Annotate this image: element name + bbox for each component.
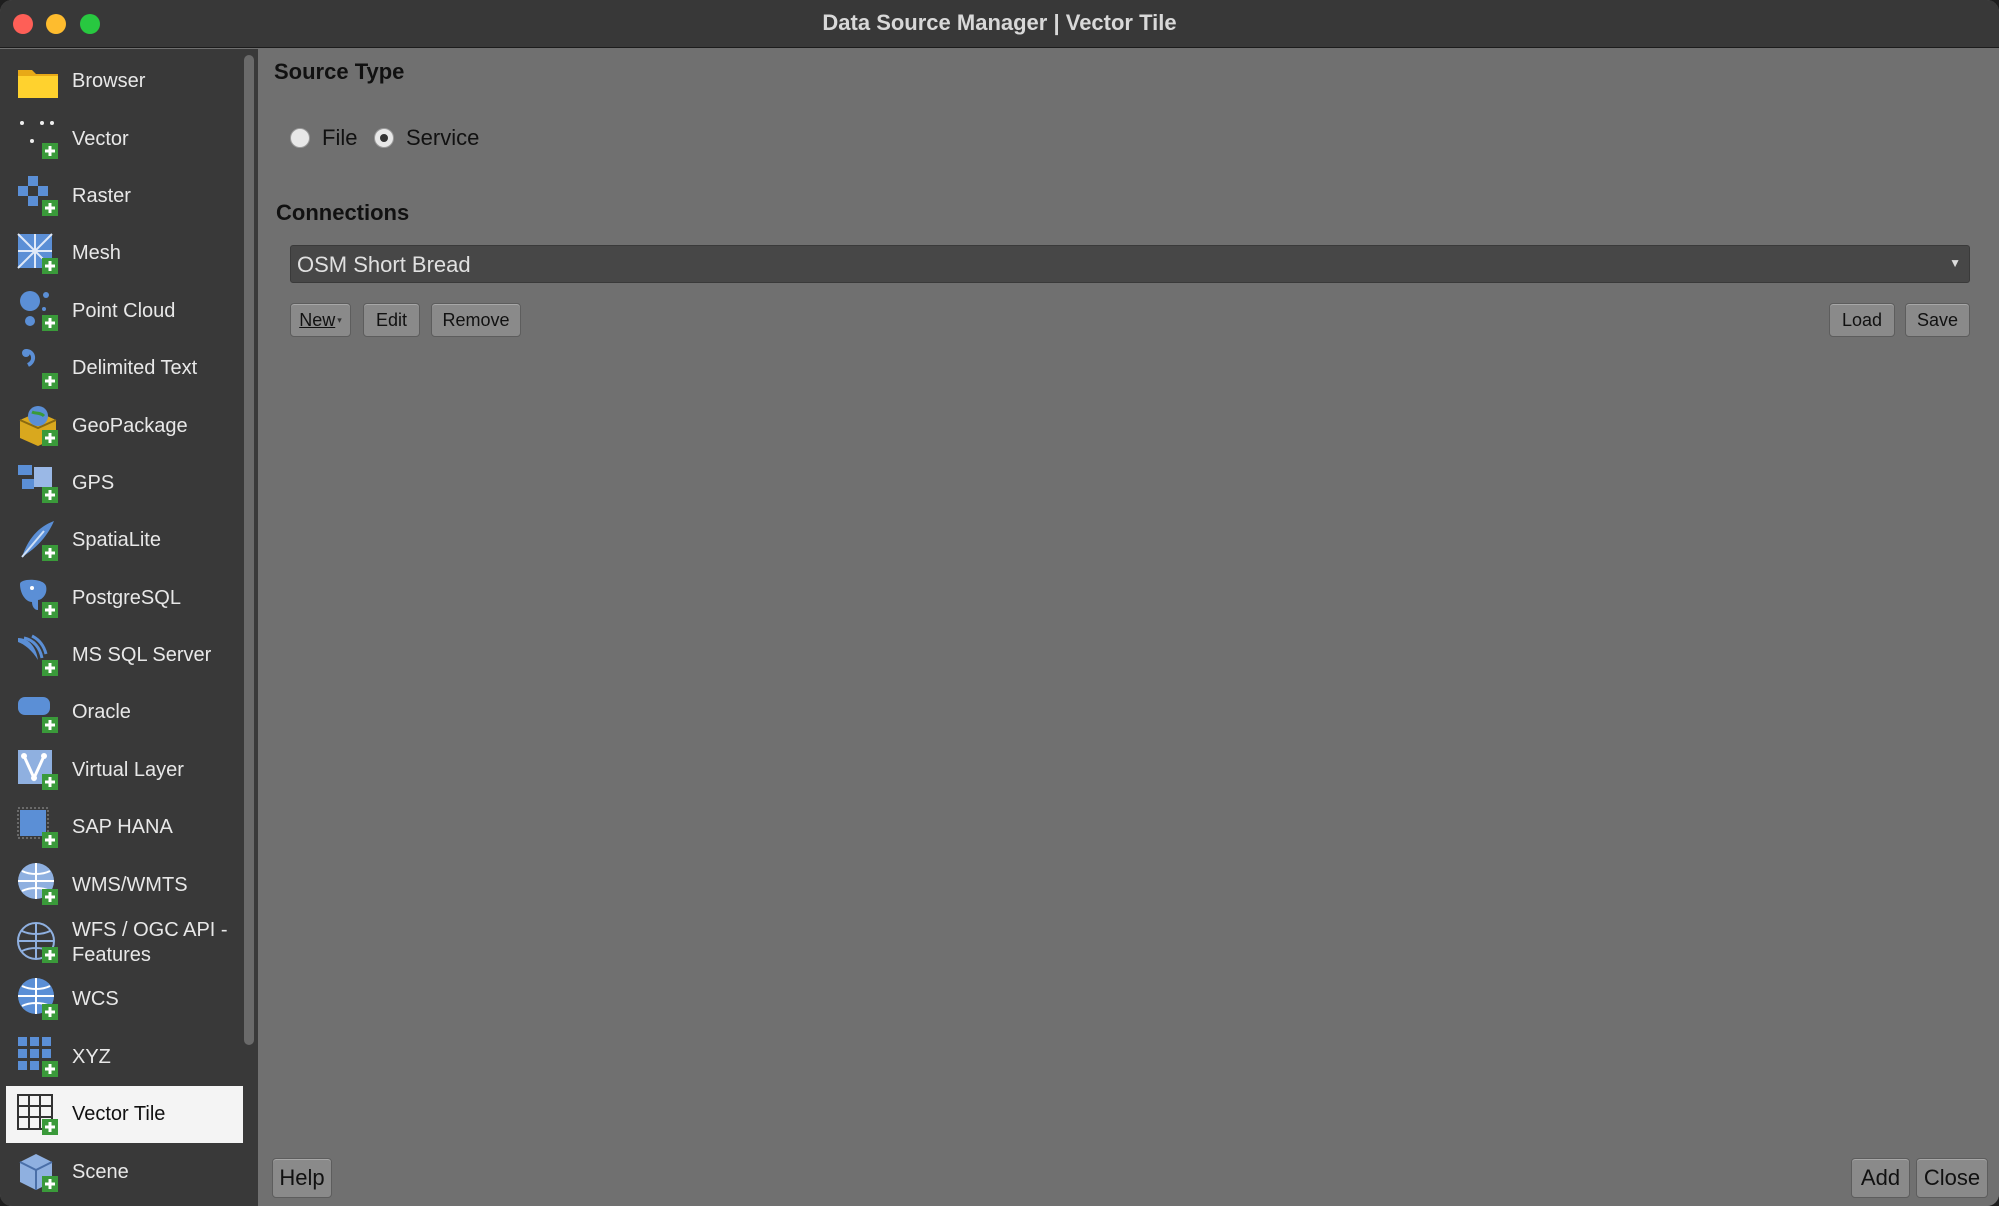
sidebar-item-wcs[interactable]: WCS [6,971,243,1028]
sidebar-item-virtual-layer[interactable]: Virtual Layer [6,742,243,799]
sidebar-item-label: Raster [72,184,131,207]
radio-service-circle[interactable] [374,128,394,148]
oracle-icon [14,689,62,737]
sidebar-item-geopackage[interactable]: GeoPackage [6,397,243,454]
sap-hana-icon [14,804,62,852]
delimited-text-icon [14,345,62,393]
radio-service-label: Service [406,125,480,150]
sidebar-item-wms-wmts[interactable]: WMS/WMTS [6,856,243,913]
main-panel: Source Type File Service Connections OSM… [258,49,1999,1206]
sidebar-item-wfs[interactable]: WFS / OGC API - Features [6,914,243,971]
sidebar-item-label: PostgreSQL [72,586,181,609]
chevron-down-icon: ▼ [1949,256,1961,270]
mssql-icon [14,632,62,680]
vector-icon [14,115,62,163]
radio-file-circle[interactable] [290,128,310,148]
load-connections-button[interactable]: Load [1829,303,1895,337]
new-connection-button[interactable]: New ▾ [290,303,351,337]
spatialite-icon [14,517,62,565]
sidebar-item-label: WMS/WMTS [72,873,188,896]
sidebar-item-vector[interactable]: Vector [6,110,243,167]
sidebar-item-postgresql[interactable]: PostgreSQL [6,570,243,627]
scene-icon [14,1148,62,1196]
sidebar-item-label: Oracle [72,701,131,724]
sidebar-item-xyz[interactable]: XYZ [6,1029,243,1086]
xyz-icon [14,1033,62,1081]
sidebar-item-raster[interactable]: Raster [6,168,243,225]
sidebar-item-label: Point Cloud [72,299,176,322]
add-button[interactable]: Add [1851,1158,1910,1198]
data-source-manager-window: Data Source Manager | Vector Tile Browse… [0,0,1999,1206]
raster-icon [14,172,62,220]
folder-icon [14,58,62,106]
sidebar-item-label: SAP HANA [72,816,173,839]
vector-tile-icon [14,1091,62,1139]
mesh-icon [14,230,62,278]
sidebar-item-label: Virtual Layer [72,758,184,781]
sidebar-item-label: GeoPackage [72,414,188,437]
sidebar-item-sap-hana[interactable]: SAP HANA [6,799,243,856]
wfs-icon [14,919,62,967]
sidebar-item-ms-sql-server[interactable]: MS SQL Server [6,627,243,684]
sidebar-item-label: XYZ [72,1045,111,1068]
virtual-layer-icon [14,746,62,794]
help-button[interactable]: Help [272,1158,332,1198]
sidebar-item-browser[interactable]: Browser [6,53,243,110]
gps-icon [14,459,62,507]
sidebar-item-label: MS SQL Server [72,644,212,667]
sidebar-item-label: Vector [72,127,129,150]
connections-dropdown-value: OSM Short Bread [297,252,471,277]
connections-dropdown[interactable]: OSM Short Bread ▼ [290,245,1970,283]
point-cloud-icon [14,287,62,335]
sidebar-item-spatialite[interactable]: SpatiaLite [6,512,243,569]
radio-file[interactable]: File [290,125,357,151]
radio-service[interactable]: Service [374,125,479,151]
sidebar-item-label: GPS [72,471,115,494]
postgresql-icon [14,574,62,622]
add-button-label: Add [1860,1165,1901,1190]
remove-connection-button[interactable]: Remove [431,303,521,337]
sidebar-item-label: Delimited Text [72,357,198,380]
sidebar-item-vector-tile[interactable]: Vector Tile [6,1086,243,1144]
sidebar-item-oracle[interactable]: Oracle [6,684,243,741]
geopackage-icon [14,402,62,450]
sidebar: Browser Vector Raster Mesh Point Cloud D… [0,49,258,1206]
sidebar-item-label: WFS / OGC API - Features [72,918,228,966]
sidebar-item-label: Mesh [72,242,121,265]
menu-arrow-icon: ▾ [337,314,342,325]
source-type-title: Source Type [274,59,405,84]
sidebar-item-label: Browser [72,70,146,93]
wms-icon [14,861,62,909]
title-bar: Data Source Manager | Vector Tile [0,0,1999,48]
sidebar-item-gps[interactable]: GPS [6,455,243,512]
sidebar-item-scene[interactable]: Scene [6,1143,243,1200]
sidebar-item-label: SpatiaLite [72,529,161,552]
sidebar-item-mesh[interactable]: Mesh [6,225,243,282]
sidebar-scrollbar[interactable] [244,55,254,1045]
close-button[interactable]: Close [1916,1158,1988,1198]
new-button-label: New [299,309,336,330]
radio-file-label: File [322,125,358,150]
edit-connection-button[interactable]: Edit [363,303,420,337]
sidebar-item-label: Scene [72,1160,129,1183]
sidebar-item-point-cloud[interactable]: Point Cloud [6,283,243,340]
sidebar-item-label: Vector Tile [72,1103,166,1126]
wcs-icon [14,976,62,1024]
window-title: Data Source Manager | Vector Tile [822,10,1177,35]
sidebar-item-label: WCS [72,988,119,1011]
connections-title: Connections [276,200,410,225]
sidebar-item-delimited-text[interactable]: Delimited Text [6,340,243,397]
save-connections-button[interactable]: Save [1905,303,1970,337]
sidebar-list: Browser Vector Raster Mesh Point Cloud D… [6,53,243,1201]
